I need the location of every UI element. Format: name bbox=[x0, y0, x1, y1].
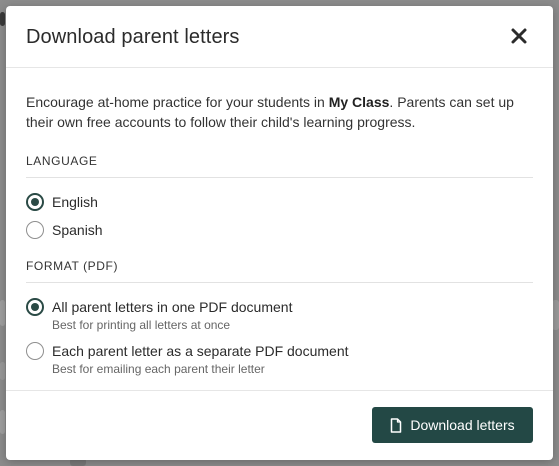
radio-label: All parent letters in one PDF document bbox=[52, 299, 293, 315]
radio-hint: Best for emailing each parent their lett… bbox=[52, 362, 265, 376]
class-name: My Class bbox=[328, 94, 390, 110]
radio-separate-pdfs[interactable] bbox=[26, 342, 44, 360]
radio-label: English bbox=[52, 194, 98, 210]
radio-english[interactable] bbox=[26, 193, 44, 211]
radio-label: Spanish bbox=[52, 222, 103, 238]
radio-spanish[interactable] bbox=[26, 221, 44, 239]
close-icon bbox=[511, 28, 527, 44]
dialog-header: Download parent letters bbox=[6, 6, 553, 68]
radio-hint: Best for printing all letters at once bbox=[52, 318, 231, 332]
background-fragment bbox=[552, 300, 559, 330]
language-section-label: LANGUAGE bbox=[26, 154, 533, 178]
background-fragment bbox=[0, 300, 5, 326]
format-option-separate-pdfs[interactable]: Each parent letter as a separate PDF doc… bbox=[26, 342, 349, 377]
dialog-footer: Download letters bbox=[6, 390, 553, 460]
format-section-label: FORMAT (PDF) bbox=[26, 259, 533, 283]
intro-prefix: Encourage at-home practice for your stud… bbox=[26, 94, 329, 110]
dialog-title: Download parent letters bbox=[26, 26, 240, 48]
radio-label: Each parent letter as a separate PDF doc… bbox=[52, 343, 349, 359]
background-fragment bbox=[0, 12, 5, 26]
language-option-english[interactable]: English bbox=[26, 193, 98, 211]
background-fragment bbox=[0, 410, 5, 434]
download-parent-letters-dialog: Download parent letters Encourage at-hom… bbox=[6, 6, 553, 460]
radio-single-pdf[interactable] bbox=[26, 298, 44, 316]
download-button-label: Download letters bbox=[410, 417, 515, 433]
download-letters-button[interactable]: Download letters bbox=[372, 407, 533, 443]
document-icon bbox=[390, 417, 402, 433]
close-button[interactable] bbox=[509, 26, 529, 46]
intro-text: Encourage at-home practice for your stud… bbox=[26, 92, 536, 132]
format-option-single-pdf[interactable]: All parent letters in one PDF document B… bbox=[26, 298, 292, 333]
language-option-spanish[interactable]: Spanish bbox=[26, 221, 103, 239]
background-fragment bbox=[0, 362, 5, 380]
